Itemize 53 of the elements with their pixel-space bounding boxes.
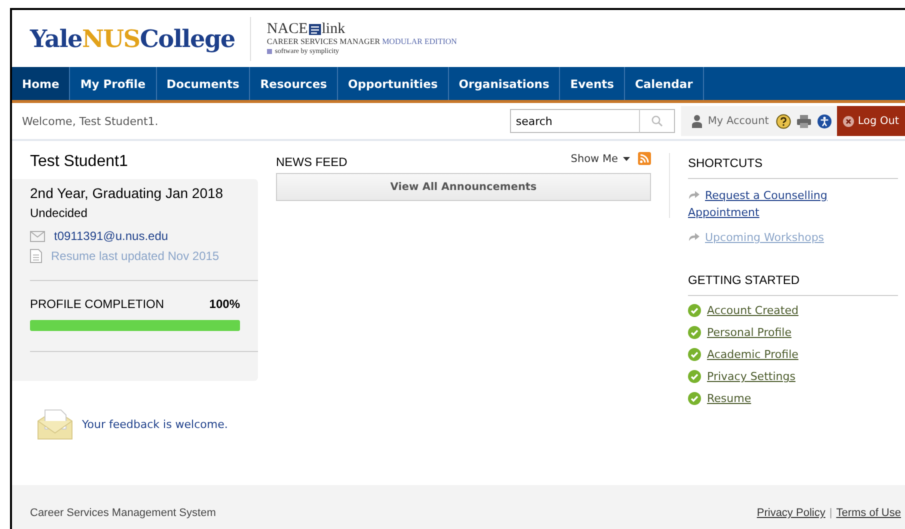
welcome-text: Welcome, Test Student1.	[21, 114, 160, 128]
share-arrow-icon	[688, 232, 700, 241]
my-account-link[interactable]: My Account	[690, 114, 769, 128]
email-link[interactable]: t0911391@u.nus.edu	[54, 229, 168, 243]
getting-started-link[interactable]: Academic Profile	[707, 348, 798, 361]
completion-value: 100%	[209, 297, 240, 311]
footer-link[interactable]: Terms of Use	[836, 507, 901, 519]
search-field[interactable]: search	[510, 109, 640, 133]
vendor-logo-text: NACE	[266, 22, 308, 37]
nav-tab[interactable]: Calendar	[624, 67, 704, 100]
nav-tab[interactable]: Resources	[250, 67, 338, 100]
completion-label: PROFILE COMPLETION	[30, 297, 164, 311]
link-separator: |	[829, 507, 832, 519]
getting-started-link[interactable]: Resume	[707, 392, 752, 405]
caret-icon	[623, 156, 630, 160]
show-me-dropdown[interactable]: Show Me	[570, 152, 630, 164]
shortcut-link[interactable]: Request a Counselling Appointment	[688, 187, 898, 221]
envelope-icon	[36, 407, 74, 441]
section-heading: SHORTCUTS	[688, 153, 898, 179]
nav-tab[interactable]: Home	[12, 67, 70, 100]
college-logo[interactable]: YaleNUSCollege	[30, 24, 235, 53]
vendor-logo-text: link	[322, 22, 346, 37]
feedback-link[interactable]: Your feedback is welcome.	[82, 418, 228, 430]
nav-tab[interactable]: My Profile	[70, 67, 157, 100]
getting-started-link[interactable]: Personal Profile	[707, 326, 792, 339]
getting-started-link[interactable]: Account Created	[707, 304, 798, 317]
search-icon	[650, 115, 663, 127]
section-heading: GETTING STARTED	[688, 270, 898, 296]
nav-tab[interactable]: Opportunities	[338, 67, 449, 100]
person-icon	[690, 114, 703, 128]
printer-icon[interactable]	[796, 114, 812, 128]
square-icon	[266, 48, 272, 54]
help-icon[interactable]	[776, 114, 791, 128]
nav-tab[interactable]: Documents	[156, 67, 250, 100]
product-name: CAREER SERVICES MANAGER	[266, 37, 380, 46]
accessibility-icon[interactable]	[816, 114, 832, 128]
edition-label: MODULAR EDITION	[382, 37, 457, 46]
nav-tab[interactable]: Organisations	[448, 67, 560, 100]
document-icon	[30, 249, 42, 263]
share-arrow-icon	[688, 190, 700, 199]
news-feed-title: NEWS FEED	[276, 155, 348, 169]
major-text: Undecided	[30, 206, 88, 220]
envelope-icon	[30, 230, 45, 242]
log-out-button[interactable]: Log Out	[836, 106, 905, 136]
nav-tab[interactable]: Events	[560, 67, 625, 100]
stripes-icon	[308, 24, 321, 35]
footer-text: Career Services Management System	[30, 507, 216, 519]
footer-link[interactable]: Privacy Policy	[756, 507, 826, 519]
view-announcements-button[interactable]: View All Announcements	[276, 173, 651, 201]
student-name: Test Student1	[29, 153, 129, 172]
graduation-text: 2nd Year, Graduating Jan 2018	[30, 185, 224, 201]
getting-started-link[interactable]: Privacy Settings	[707, 370, 796, 383]
close-icon	[842, 116, 854, 126]
